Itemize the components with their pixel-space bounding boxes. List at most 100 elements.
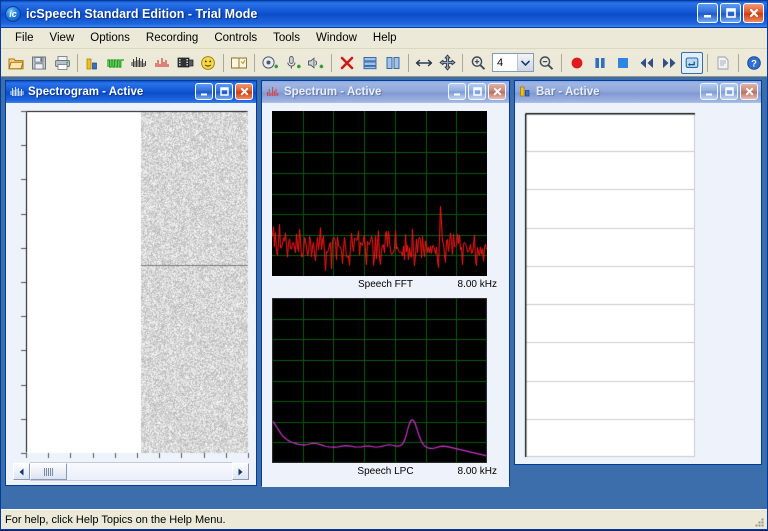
spectrogram-window[interactable]: Spectrogram - Active (5, 80, 257, 486)
scroll-left-icon[interactable] (13, 463, 30, 480)
pause-icon[interactable] (589, 52, 611, 74)
resize-grip-icon[interactable] (753, 516, 765, 528)
spectrum-view-icon[interactable] (151, 52, 173, 74)
spectrogram-body (6, 103, 256, 485)
spectrum-icon (266, 85, 280, 100)
lpc-label-row: Speech LPC 8.00 kHz (272, 466, 499, 479)
spectrogram-close-button[interactable] (235, 83, 253, 100)
menu-item-tools[interactable]: Tools (265, 30, 308, 46)
bar-minimize-button[interactable] (700, 83, 718, 100)
video-view-icon[interactable] (174, 52, 196, 74)
spectrogram-horizontal-scrollbar[interactable] (13, 462, 249, 481)
spectrogram-maximize-button[interactable] (215, 83, 233, 100)
spectrum-title-bar[interactable]: Spectrum - Active (262, 81, 509, 103)
scroll-right-icon[interactable] (232, 463, 249, 480)
toolbar-separator (462, 53, 463, 72)
scrollbar-track[interactable] (30, 462, 232, 481)
tile-horizontal-icon[interactable] (359, 52, 381, 74)
tile-vertical-icon[interactable] (382, 52, 404, 74)
menu-item-help[interactable]: Help (365, 30, 405, 46)
spectrogram-title-state: Active (108, 86, 144, 98)
add-microphone-icon[interactable] (282, 52, 304, 74)
spectrum-minimize-button[interactable] (448, 83, 466, 100)
maximize-button[interactable] (720, 3, 741, 23)
toolbar-separator (738, 53, 739, 72)
minimize-button[interactable] (697, 3, 718, 23)
toolbar-separator (561, 53, 562, 72)
window-title-mode: Trial Mode (195, 7, 258, 21)
application-window: ic icSpeech Standard Edition - Trial Mod… (0, 0, 768, 530)
fft-plot-container: Speech FFT 8.00 kHz (272, 111, 499, 292)
add-recording-icon[interactable] (259, 52, 281, 74)
stop-icon[interactable] (612, 52, 634, 74)
bar-plot[interactable] (524, 112, 698, 460)
bar-window[interactable]: Bar - Active (514, 80, 762, 465)
menu-item-recording[interactable]: Recording (138, 30, 206, 46)
report-icon[interactable] (712, 52, 734, 74)
window-title-app: icSpeech Standard Edition (26, 7, 185, 21)
window-title: icSpeech Standard Edition - Trial Mode (26, 7, 257, 21)
spectrum-close-button[interactable] (488, 83, 506, 100)
menu-item-view[interactable]: View (42, 30, 83, 46)
toolbar-separator (331, 53, 332, 72)
bar-title-bar[interactable]: Bar - Active (515, 81, 761, 103)
speech-lpc-plot[interactable] (272, 298, 487, 463)
bar-window-controls (700, 83, 758, 100)
ic-logo-icon: ic (5, 6, 21, 22)
lpc-plot-container: Speech LPC 8.00 kHz (272, 298, 499, 479)
zoom-level-combobox[interactable]: 4 (492, 53, 534, 72)
face-view-icon[interactable] (197, 52, 219, 74)
toolbar-separator (254, 53, 255, 72)
lpc-max-frequency-label: 8.00 kHz (457, 466, 497, 477)
zoom-out-icon[interactable] (535, 52, 557, 74)
loop-icon[interactable] (681, 51, 703, 74)
record-icon[interactable] (566, 52, 588, 74)
bar-body (515, 103, 761, 464)
chevron-down-icon[interactable] (517, 54, 533, 71)
bar-title-separator: - (555, 86, 565, 98)
add-speaker-icon[interactable] (305, 52, 327, 74)
waveform-view-icon[interactable] (105, 52, 127, 74)
spectrogram-icon (10, 85, 24, 100)
dictionary-icon[interactable] (228, 52, 250, 74)
status-message: For help, click Help Topics on the Help … (5, 513, 226, 526)
spectrogram-window-controls (195, 83, 253, 100)
print-icon[interactable] (51, 52, 73, 74)
menu-bar: File View Options Recording Controls Too… (1, 28, 767, 49)
resize-width-icon[interactable] (413, 52, 435, 74)
spectrogram-minimize-button[interactable] (195, 83, 213, 100)
bar-title-name: Bar (536, 86, 556, 98)
menu-item-options[interactable]: Options (82, 30, 138, 46)
menu-item-window[interactable]: Window (308, 30, 365, 46)
spectrogram-plot[interactable] (12, 109, 250, 467)
move-icon[interactable] (436, 52, 458, 74)
spectrum-maximize-button[interactable] (468, 83, 486, 100)
save-file-icon[interactable] (28, 52, 50, 74)
zoom-in-icon[interactable] (467, 52, 489, 74)
scrollbar-grip-icon (44, 467, 53, 476)
bar-title: Bar - Active (536, 86, 600, 98)
fast-forward-icon[interactable] (658, 52, 680, 74)
zoom-level-value: 4 (497, 56, 504, 69)
open-file-icon[interactable] (5, 52, 27, 74)
close-button[interactable] (743, 3, 764, 23)
spectrogram-title-separator: - (98, 86, 109, 98)
bar-maximize-button[interactable] (720, 83, 738, 100)
spectrum-title-separator: - (337, 86, 347, 98)
menu-item-controls[interactable]: Controls (206, 30, 265, 46)
spectrogram-view-icon[interactable] (128, 52, 150, 74)
toolbar-separator (77, 53, 78, 72)
menu-item-file[interactable]: File (7, 30, 42, 46)
toolbar-separator (408, 53, 409, 72)
spectrogram-title-bar[interactable]: Spectrogram - Active (6, 81, 256, 103)
spectrum-window-controls (448, 83, 506, 100)
scrollbar-thumb[interactable] (30, 463, 67, 480)
help-icon[interactable]: ? (743, 52, 765, 74)
rewind-icon[interactable] (635, 52, 657, 74)
bar-close-button[interactable] (740, 83, 758, 100)
bar-view-icon[interactable] (82, 52, 104, 74)
spectrum-window[interactable]: Spectrum - Active Speech FFT 8.00 kHz Sp… (261, 80, 510, 487)
speech-fft-plot[interactable] (272, 111, 487, 276)
delete-icon[interactable] (336, 52, 358, 74)
window-controls (697, 3, 764, 23)
